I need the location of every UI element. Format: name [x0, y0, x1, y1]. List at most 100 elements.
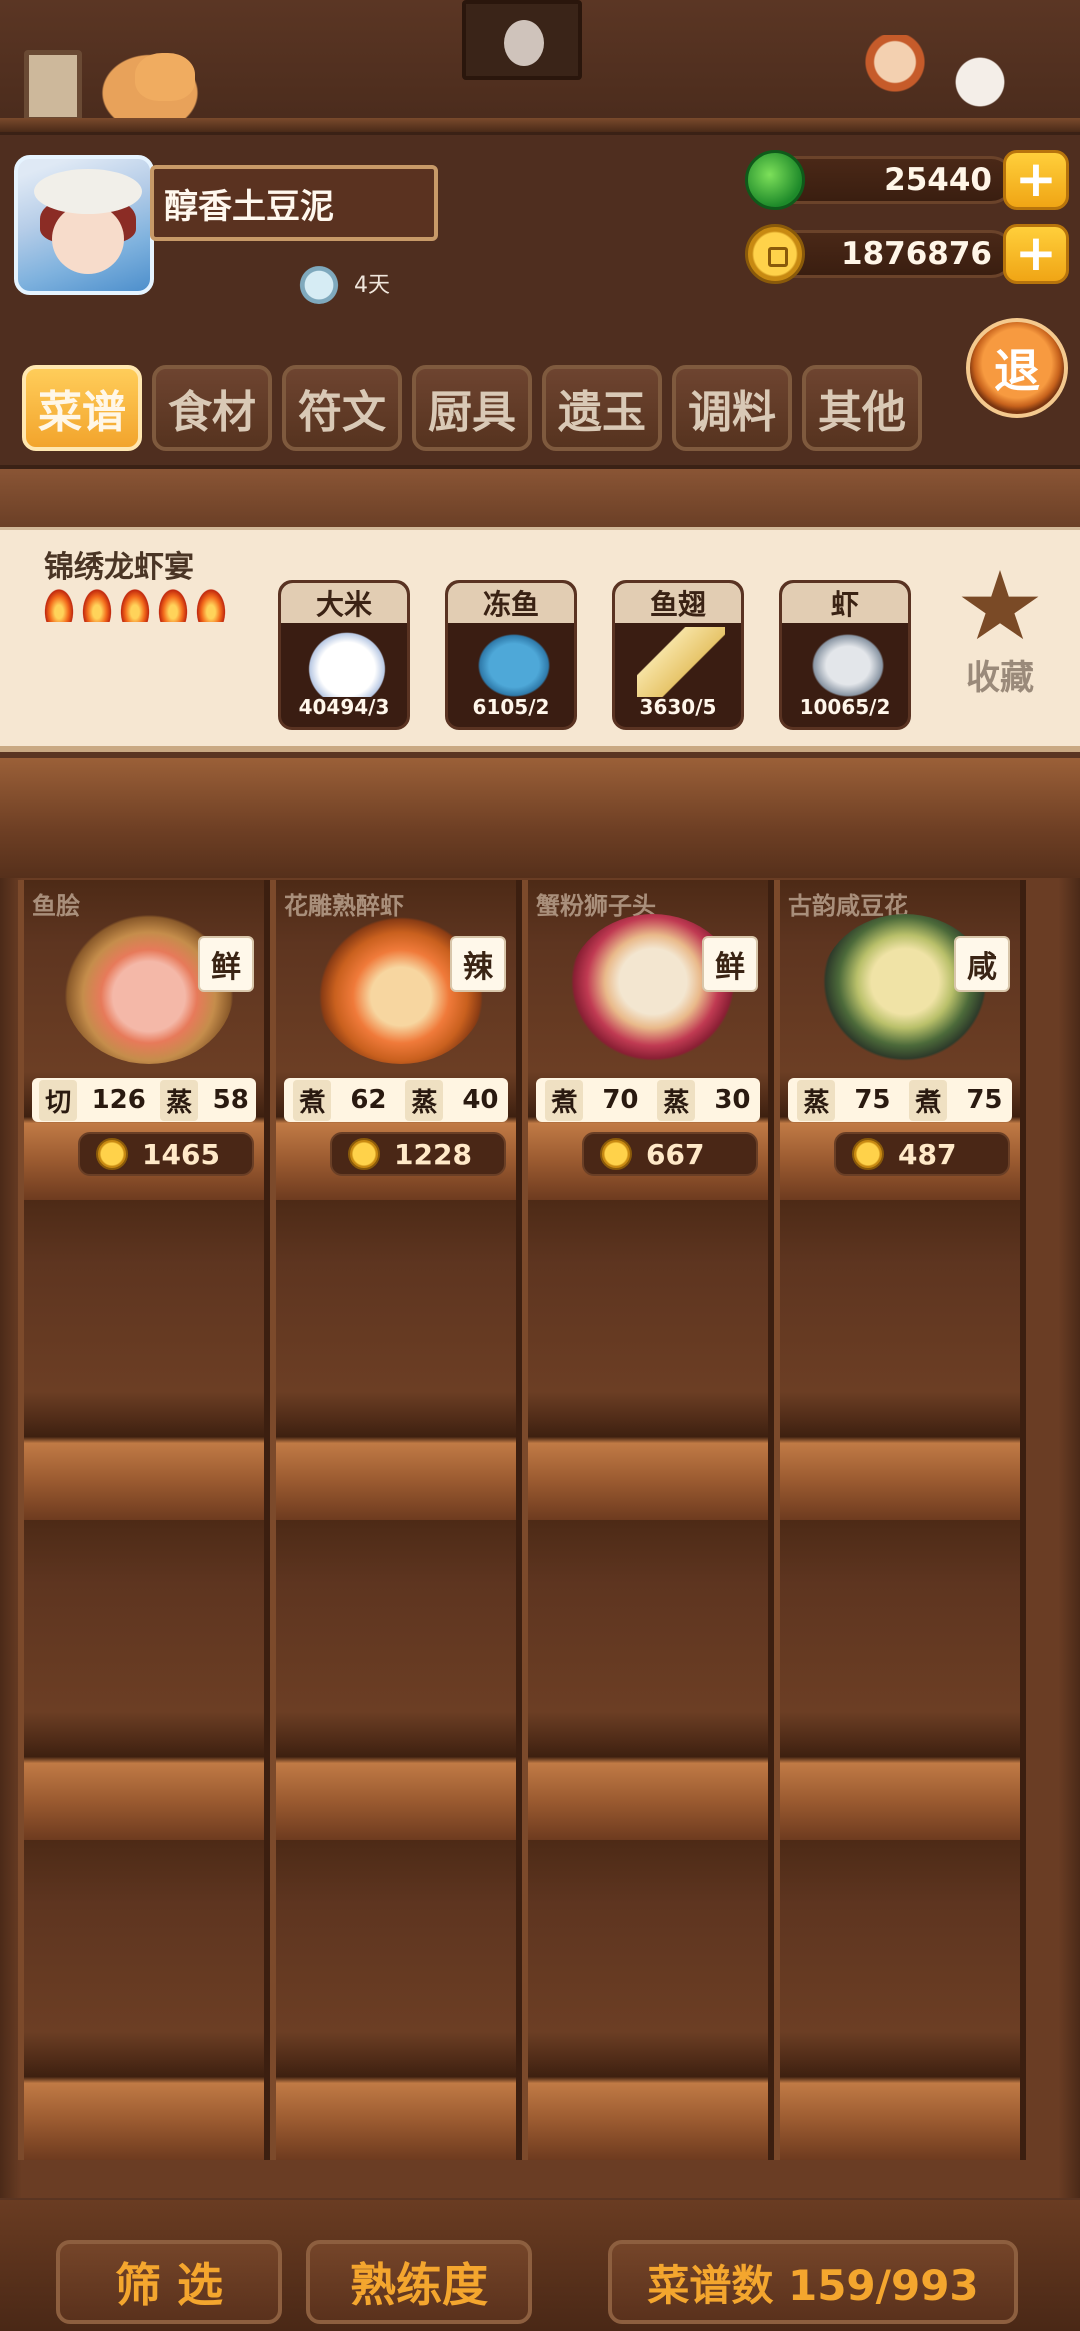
- empty-dish-slot[interactable]: [18, 1520, 270, 1840]
- skill-label: 蒸: [797, 1079, 836, 1121]
- skill-label: 切: [39, 1079, 78, 1121]
- empty-dish-slot[interactable]: [270, 1840, 522, 2160]
- dish-slot[interactable]: 花雕熟醉虾 辣 煮 62 蒸 40 1228: [270, 880, 522, 1200]
- dish-price: 667: [582, 1132, 758, 1176]
- dish-price: 1465: [78, 1132, 254, 1176]
- tab-other[interactable]: 其他: [802, 365, 922, 451]
- flame-icon: [120, 588, 150, 622]
- skill-label: 蒸: [405, 1079, 444, 1121]
- cabinet-top: [0, 758, 1080, 878]
- empty-dish-slot[interactable]: [774, 1840, 1026, 2160]
- days-indicator: 4天: [298, 258, 390, 308]
- skill-value: 62: [350, 1085, 387, 1115]
- price-value: 1228: [394, 1137, 472, 1171]
- skill-value: 75: [966, 1085, 1003, 1115]
- empty-dish-slot[interactable]: [522, 1520, 774, 1840]
- price-value: 1465: [142, 1137, 220, 1171]
- rice-icon: [303, 627, 391, 697]
- hanging-portrait: [462, 0, 582, 80]
- proficiency-button[interactable]: 熟练度: [306, 2240, 532, 2324]
- skill-value: 30: [714, 1085, 751, 1115]
- ingredient-card[interactable]: 虾 10065/2: [779, 580, 911, 730]
- flame-icon: [196, 588, 226, 622]
- ingredient-qty: 10065/2: [799, 695, 891, 719]
- taste-badge: 辣: [450, 936, 506, 992]
- frozen-fish-icon: [470, 627, 558, 697]
- skill-label: 蒸: [160, 1079, 199, 1121]
- dish-name: 鱼脍: [32, 892, 80, 920]
- dish-slot[interactable]: 蟹粉狮子头 鲜 煮 70 蒸 30 667: [522, 880, 774, 1200]
- dish-slot[interactable]: 古韵咸豆花 咸 蒸 75 煮 75 487: [774, 880, 1026, 1200]
- filter-button[interactable]: 筛 选: [56, 2240, 282, 2324]
- player-avatar[interactable]: [14, 155, 154, 295]
- coin-icon: [745, 224, 805, 284]
- tab-runes[interactable]: 符文: [282, 365, 402, 451]
- dish-price: 487: [834, 1132, 1010, 1176]
- tab-cookware[interactable]: 厨具: [412, 365, 532, 451]
- orange-cat-decoration: [90, 45, 210, 125]
- divider-strip: [0, 465, 1080, 527]
- ingredient-qty: 3630/5: [639, 695, 717, 719]
- ingredient-name: 鱼翅: [615, 583, 741, 623]
- empty-dish-slot[interactable]: [270, 1200, 522, 1520]
- skill-label: 煮: [293, 1079, 332, 1121]
- skill-value: 75: [854, 1085, 891, 1115]
- coin-icon: [96, 1138, 128, 1170]
- shrimp-icon: [804, 627, 892, 697]
- top-decor-shelf: [0, 0, 1080, 135]
- ingredient-card[interactable]: 鱼翅 3630/5: [612, 580, 744, 730]
- skill-value: 40: [462, 1085, 499, 1115]
- taste-badge: 鲜: [198, 936, 254, 992]
- add-jade-button[interactable]: +: [1003, 150, 1069, 210]
- dish-skills: 蒸 75 煮 75: [788, 1078, 1012, 1122]
- hourglass-icon: [298, 262, 340, 304]
- star-icon: [961, 570, 1039, 640]
- empty-dish-slot[interactable]: [18, 1840, 270, 2160]
- chef-figure-decoration: [860, 35, 930, 125]
- tab-ingredients[interactable]: 食材: [152, 365, 272, 451]
- empty-dish-slot[interactable]: [522, 1200, 774, 1520]
- coin-icon: [600, 1138, 632, 1170]
- price-value: 667: [646, 1137, 705, 1171]
- dish-skills: 煮 70 蒸 30: [536, 1078, 760, 1122]
- dish-skills: 煮 62 蒸 40: [284, 1078, 508, 1122]
- dish-slot[interactable]: 鱼脍 鲜 切 126 蒸 58 1465: [18, 880, 270, 1200]
- shelf-ledge: [0, 118, 1080, 132]
- ingredient-name: 虾: [782, 583, 908, 623]
- tab-recipes[interactable]: 菜谱: [22, 365, 142, 451]
- empty-dish-slot[interactable]: [522, 1840, 774, 2160]
- dish-skills: 切 126 蒸 58: [32, 1078, 256, 1122]
- ingredient-card[interactable]: 大米 40494/3: [278, 580, 410, 730]
- recipe-title: 锦绣龙虾宴: [44, 550, 194, 585]
- favorite-label: 收藏: [966, 658, 1034, 698]
- empty-dish-slot[interactable]: [18, 1200, 270, 1520]
- player-name: 醇香土豆泥: [150, 165, 438, 241]
- ingredient-name: 冻鱼: [448, 583, 574, 623]
- tab-seasoning[interactable]: 调料: [672, 365, 792, 451]
- ingredient-card[interactable]: 冻鱼 6105/2: [445, 580, 577, 730]
- days-text: 4天: [354, 273, 390, 298]
- coin-currency: 1876876 +: [745, 224, 1070, 284]
- skill-label: 煮: [909, 1079, 948, 1121]
- skill-value: 58: [212, 1085, 249, 1115]
- flame-icon: [158, 588, 188, 622]
- paw-picture-frame: [24, 50, 82, 122]
- jade-currency: 25440 +: [745, 150, 1070, 210]
- ingredient-name: 大米: [281, 583, 407, 623]
- taste-badge: 鲜: [702, 936, 758, 992]
- flame-icon: [82, 588, 112, 622]
- shark-fin-icon: [637, 627, 725, 697]
- exit-button[interactable]: 退: [966, 318, 1068, 418]
- empty-dish-slot[interactable]: [270, 1520, 522, 1840]
- add-coin-button[interactable]: +: [1003, 224, 1069, 284]
- recipe-detail-panel: 锦绣龙虾宴 大米 40494/3 冻鱼 6105/2 鱼翅 3630/5 虾 1…: [0, 527, 1080, 752]
- favorite-button[interactable]: 收藏: [950, 570, 1050, 699]
- tab-relic-jade[interactable]: 遗玉: [542, 365, 662, 451]
- flame-icon: [44, 588, 74, 622]
- empty-dish-slot[interactable]: [774, 1200, 1026, 1520]
- empty-dish-slot[interactable]: [774, 1520, 1026, 1840]
- recipe-difficulty: [44, 588, 226, 622]
- ingredient-qty: 6105/2: [472, 695, 550, 719]
- taste-badge: 咸: [954, 936, 1010, 992]
- price-value: 487: [898, 1137, 957, 1171]
